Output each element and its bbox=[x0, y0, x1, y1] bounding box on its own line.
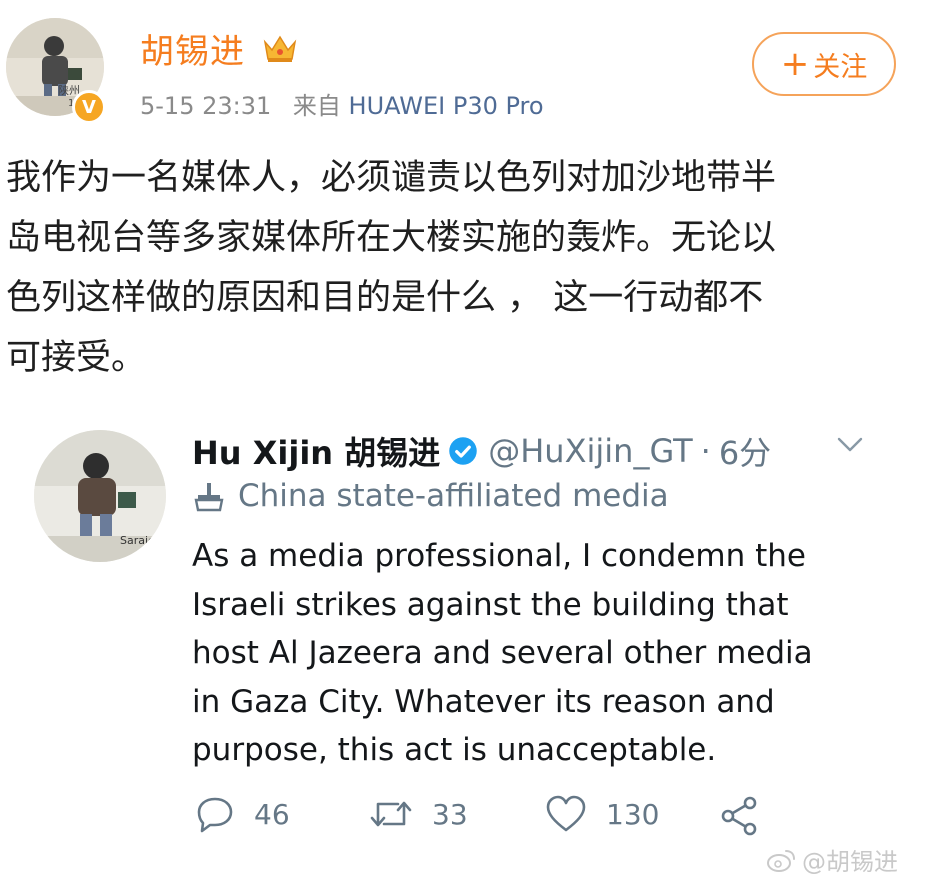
tweet-text-line: As a media professional, I condemn the bbox=[192, 538, 806, 574]
share-button[interactable] bbox=[718, 794, 780, 838]
affiliation-text: China state-affiliated media bbox=[238, 478, 669, 514]
device-link[interactable]: HUAWEI P30 Pro bbox=[349, 92, 544, 120]
weibo-logo-icon bbox=[767, 849, 795, 872]
like-button[interactable]: 130 bbox=[544, 794, 659, 834]
tweet-handle[interactable]: @HuXijin_GT bbox=[488, 432, 692, 470]
retweet-icon bbox=[370, 801, 412, 827]
tweet-text-line: host Al Jazeera and several other media bbox=[192, 635, 813, 671]
retweet-button[interactable]: 33 bbox=[368, 794, 468, 834]
verified-icon bbox=[449, 437, 477, 465]
tweet-text-line: Israeli strikes against the building tha… bbox=[192, 586, 789, 623]
weibo-body: 我作为一名媒体人，必须谴责以色列对加沙地带半 岛电视台等多家媒体所在大楼实施的轰… bbox=[6, 148, 906, 388]
retweet-count: 33 bbox=[432, 797, 468, 831]
embedded-tweet: Saraje Hu Xijin 胡锡进 @HuXijin_GT · 6分 Chi… bbox=[0, 410, 933, 896]
reply-icon bbox=[197, 797, 233, 833]
share-icon bbox=[721, 796, 757, 836]
follow-button[interactable]: + 关注 bbox=[752, 32, 896, 96]
affiliation-label: China state-affiliated media bbox=[192, 478, 669, 514]
plus-icon: + bbox=[780, 44, 810, 84]
timestamp: 5-15 23:31 bbox=[140, 92, 272, 120]
crown-icon bbox=[263, 35, 297, 62]
like-count: 130 bbox=[606, 797, 660, 831]
tweet-avatar-caption: Saraje bbox=[120, 534, 155, 547]
tweet-text-line: in Gaza City. Whatever its reason and bbox=[192, 683, 775, 720]
source-prefix: 来自 bbox=[292, 92, 341, 120]
tweet-text: As a media professional, I condemn the I… bbox=[192, 532, 892, 775]
heart-icon bbox=[546, 795, 586, 832]
tweet-header: Hu Xijin 胡锡进 @HuXijin_GT · 6分 bbox=[192, 428, 771, 474]
username[interactable]: 胡锡进 bbox=[140, 24, 245, 73]
weibo-header: 陕州 19 V 胡锡进 5-15 23:31 来自 HUAWEI P30 Pro… bbox=[0, 0, 933, 130]
separator-dot: · bbox=[700, 432, 711, 470]
body-line: 可接受。 bbox=[6, 338, 147, 378]
chevron-down-icon[interactable] bbox=[836, 434, 864, 456]
post-meta: 5-15 23:31 来自 HUAWEI P30 Pro bbox=[140, 86, 544, 121]
tweet-display-name[interactable]: Hu Xijin 胡锡进 bbox=[192, 428, 440, 474]
podium-icon bbox=[194, 483, 224, 512]
weibo-watermark: @胡锡进 bbox=[766, 842, 898, 877]
body-line: 岛电视台等多家媒体所在大楼实施的轰炸。无论以 bbox=[6, 218, 777, 258]
tweet-text-line: purpose, this act is unacceptable. bbox=[192, 732, 717, 768]
body-line: 我作为一名媒体人，必须谴责以色列对加沙地带半 bbox=[6, 158, 777, 198]
verified-badge-icon: V bbox=[72, 90, 106, 124]
tweet-time[interactable]: 6分 bbox=[719, 428, 771, 474]
reply-count: 46 bbox=[254, 797, 290, 831]
body-line: 色列这样做的原因和目的是什么 ， 这一行动都不 bbox=[6, 278, 764, 318]
tweet-avatar[interactable]: Saraje bbox=[34, 430, 166, 562]
watermark-text: @胡锡进 bbox=[802, 848, 898, 876]
follow-label: 关注 bbox=[813, 51, 868, 83]
reply-button[interactable]: 46 bbox=[194, 794, 290, 834]
